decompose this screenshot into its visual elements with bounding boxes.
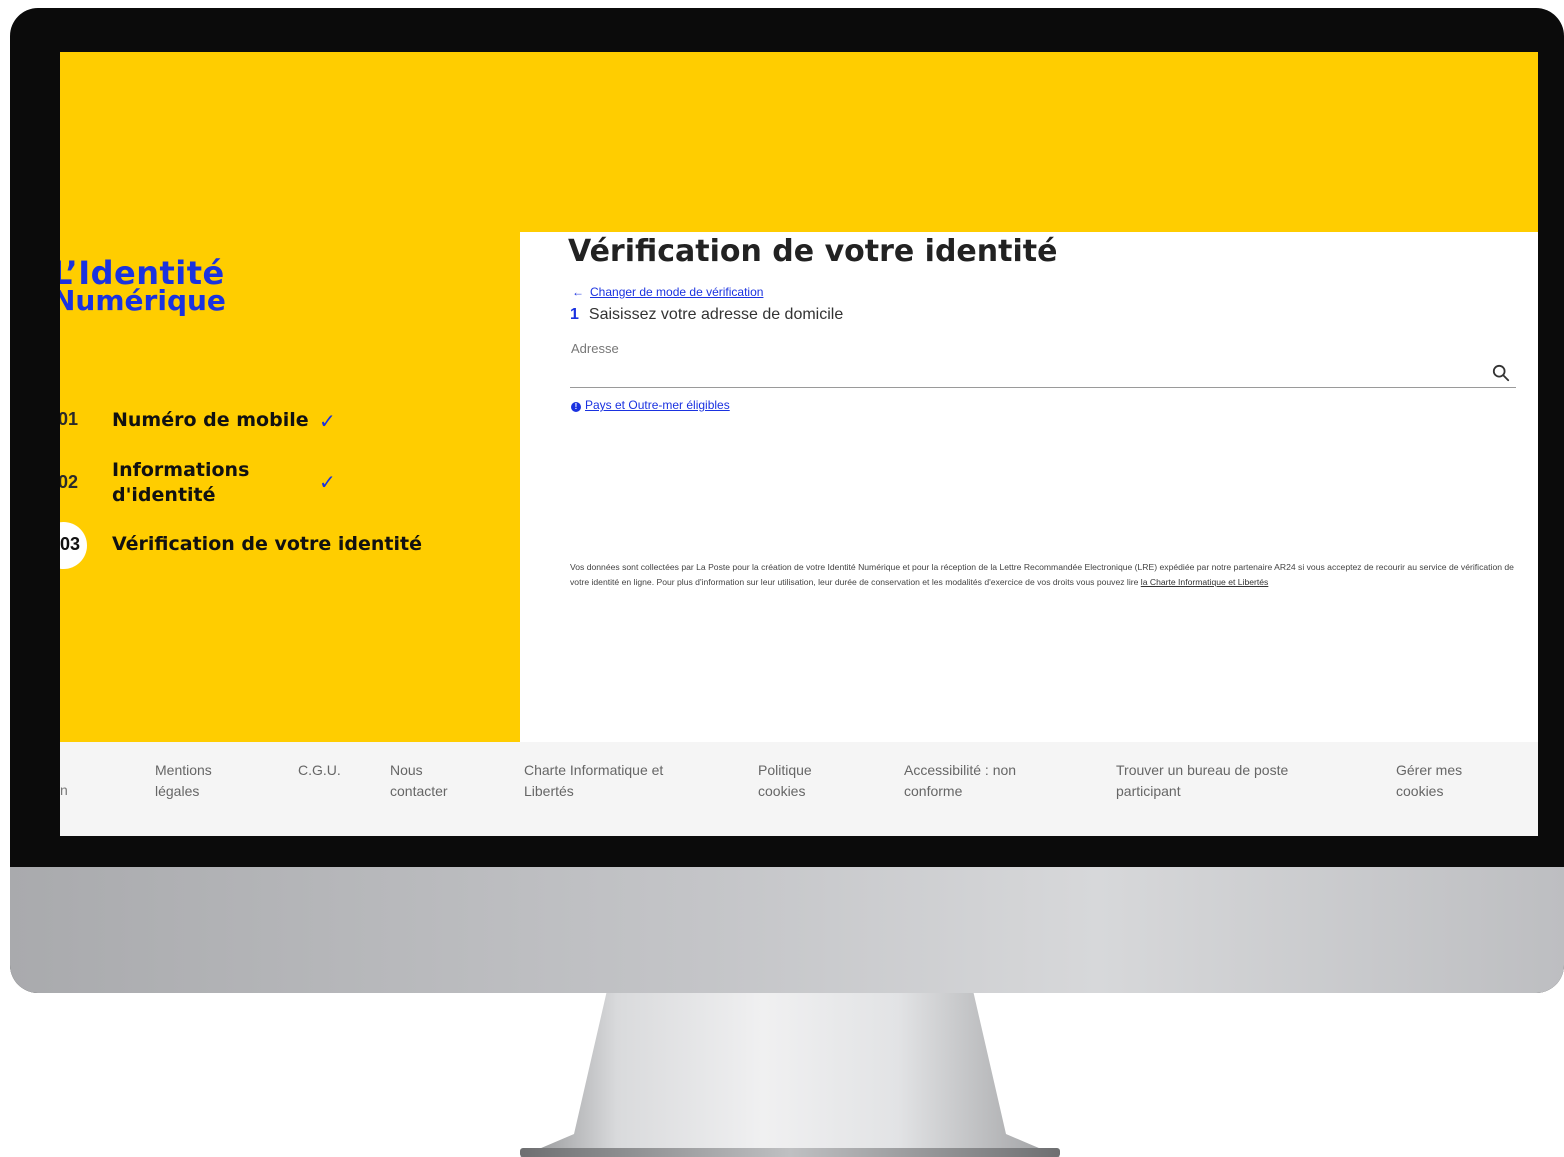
footer-link-line: Politique [758,762,812,778]
footer-link-mentions[interactable]: Mentions légales [155,760,212,802]
footer-link-line: cookies [758,783,806,799]
monitor-stand [520,993,1060,1157]
footer-link-line: Trouver un bureau de poste [1116,762,1289,778]
footer-link-line: participant [1116,783,1181,799]
step-number: 02 [60,472,79,492]
monitor-stand-base [520,1148,1060,1157]
footer-link-line: contacter [390,783,448,799]
eligible-countries-label: Pays et Outre-mer éligibles [585,398,730,412]
info-icon: ! [571,402,581,412]
eligible-countries-link[interactable]: ! Pays et Outre-mer éligibles [571,398,730,412]
step-label: Numéro de mobile [112,409,309,431]
check-icon: ✓ [319,472,336,494]
footer-link-line: cookies [1396,783,1444,799]
step-label: Vérification de votre identité [112,533,422,555]
footer-link-line: Libertés [524,783,574,799]
footer-link-line: Mentions [155,762,212,778]
privacy-notice: Vos données sont collectées par La Poste… [570,560,1520,589]
footer-link-line: Accessibilité : non [904,762,1017,778]
monitor-frame: L’Identité Numérique 01 Numéro de mobile… [10,8,1564,993]
step-label: Informations d'identité [112,459,250,506]
monitor-chin [10,867,1564,993]
step-instruction: 1 Saisissez votre adresse de domicile [570,306,843,324]
address-label: Adresse [571,341,619,356]
footer-link-manage-cookies[interactable]: Gérer mes cookies [1396,760,1462,802]
footer-link-find-post-office[interactable]: Trouver un bureau de poste participant [1116,760,1288,802]
footer: n Mentions légales C.G.U. Nous contacter… [60,742,1538,836]
footer-link-contact[interactable]: Nous contacter [390,760,448,802]
step-number: 03 [60,534,81,554]
page-title: Vérification de votre identité [568,234,1058,269]
back-link-label: Changer de mode de vérification [590,285,764,299]
footer-link-charter[interactable]: Charte Informatique et Libertés [524,760,663,802]
logo-line-2: Numérique [60,284,226,317]
step-instruction-text: Saisissez votre adresse de domicile [588,306,844,323]
footer-link-accessibility[interactable]: Accessibilité : non conforme [904,760,1016,802]
privacy-charter-link[interactable]: la Charte Informatique et Libertés [1141,577,1269,587]
footer-link-line: Nous [390,762,423,778]
screen: L’Identité Numérique 01 Numéro de mobile… [60,52,1538,836]
arrow-left-icon: ← [572,285,584,299]
change-verification-mode-link[interactable]: ← Changer de mode de vérification [572,285,763,299]
footer-link-line: Charte Informatique et [524,762,664,778]
step-number: 01 [60,409,79,429]
footer-link-line: C.G.U. [298,762,341,778]
footer-link-cookie-policy[interactable]: Politique cookies [758,760,812,802]
footer-link-line: Gérer mes [1396,762,1463,778]
footer-link-line: conforme [904,783,963,799]
search-icon[interactable] [1492,364,1510,382]
footer-link-line: légales [155,783,200,799]
footer-link-cgu[interactable]: C.G.U. [298,760,341,781]
main-panel: Vérification de votre identité ← Changer … [520,232,1538,742]
check-icon: ✓ [319,411,336,433]
brand-logo: L’Identité Numérique [60,257,226,317]
address-input[interactable] [570,357,1516,388]
privacy-notice-text: Vos données sont collectées par La Poste… [570,562,1514,587]
step-instruction-number: 1 [570,306,579,323]
footer-cut-text: n [60,782,68,798]
